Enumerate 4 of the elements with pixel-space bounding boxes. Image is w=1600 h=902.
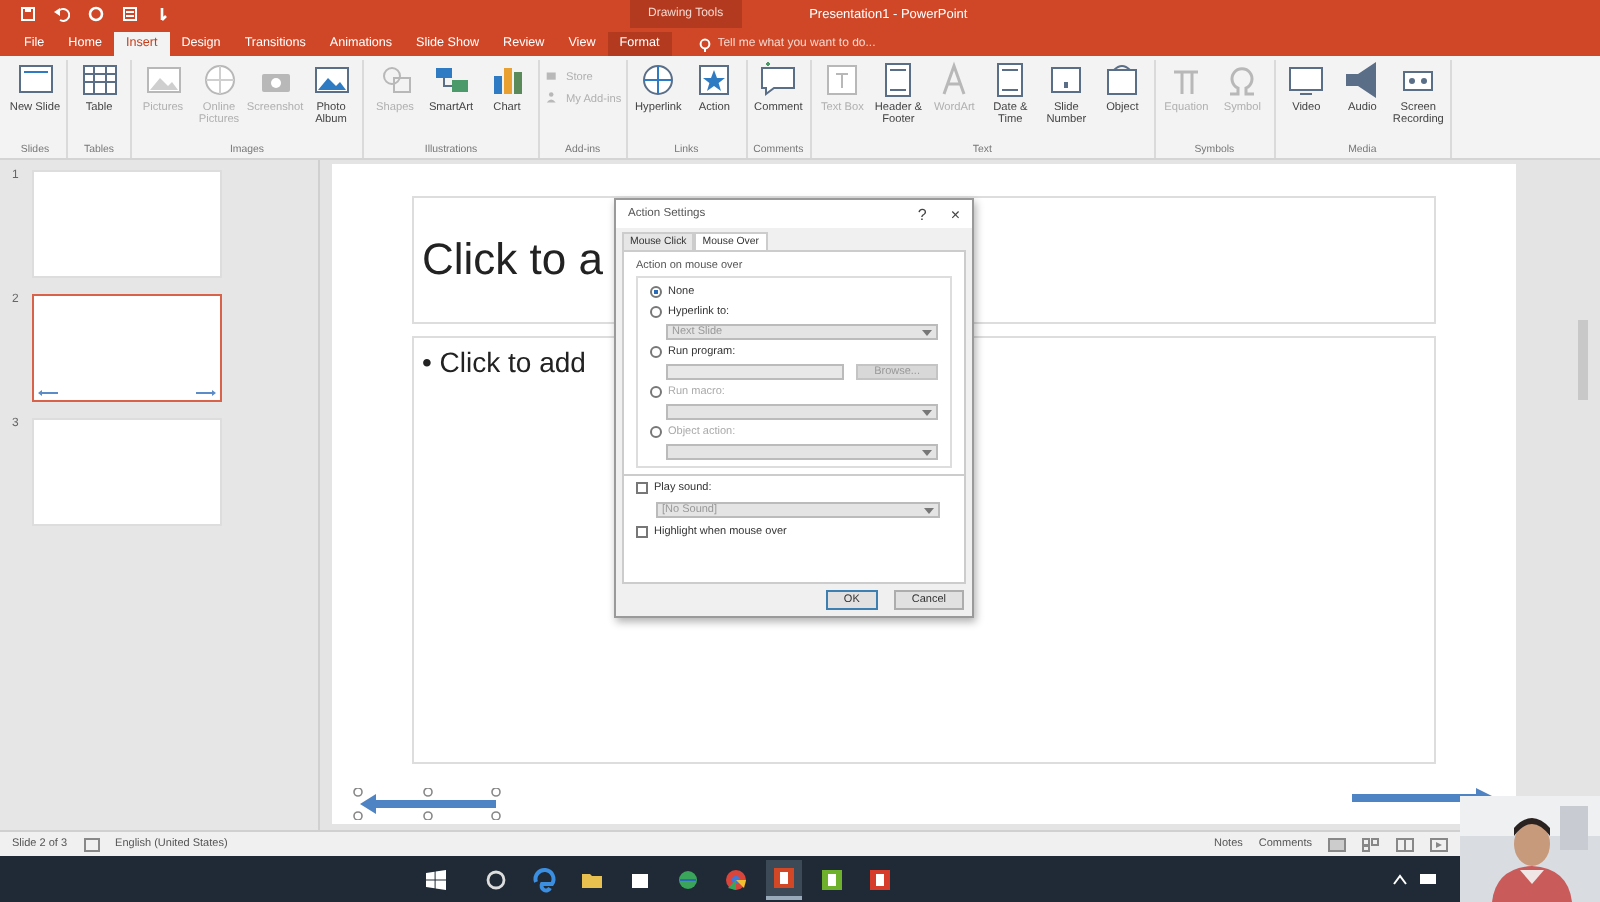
help-button[interactable]: ? [917,205,927,223]
placeholder-text: Click to a [422,234,603,286]
close-button[interactable]: × [950,205,960,223]
placeholder-text: • Click to add [422,346,586,378]
